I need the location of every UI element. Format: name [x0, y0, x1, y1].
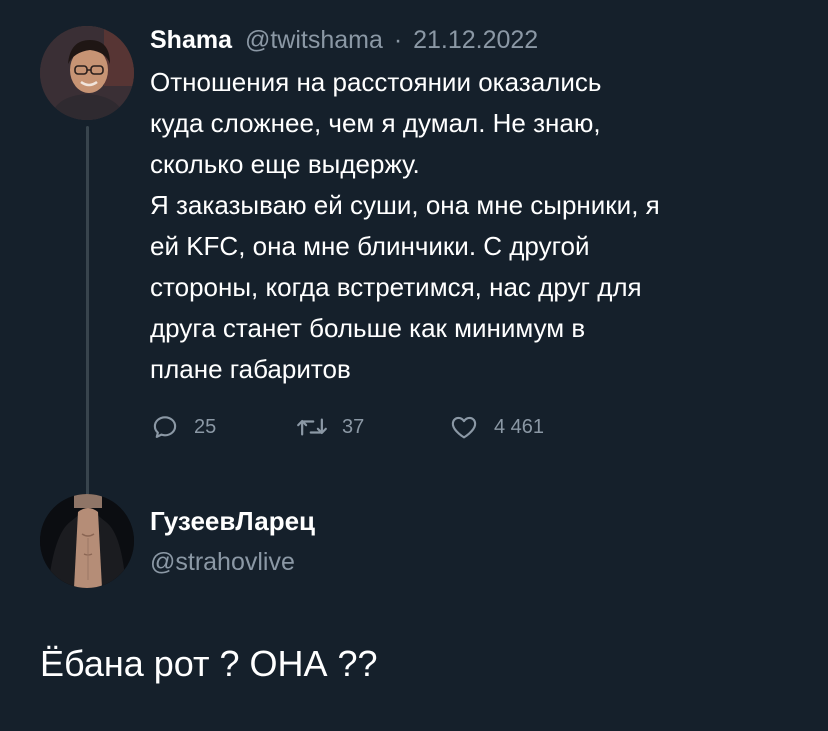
heart-outline-icon: [448, 412, 480, 442]
retweet-arrows-icon: [296, 412, 328, 442]
reply-button[interactable]: 25: [150, 407, 216, 447]
author-handle[interactable]: @twitshama: [245, 26, 383, 54]
tweet-body: Shama @twitshama · 21.12.2022 Отношения …: [150, 22, 800, 390]
meta-separator: ·: [393, 26, 403, 54]
tweet-actions: 25 37 4 461: [150, 407, 670, 447]
reply-count: 25: [194, 415, 217, 438]
tweet-text-line: куда сложнее, чем я думал. Не знаю,: [150, 108, 601, 138]
tweet-text-line: ей KFC, она мне блинчики. С другой: [150, 231, 590, 261]
like-button[interactable]: 4 461: [448, 407, 544, 447]
reply-text: Ёбана рот ? ОНА ??: [40, 643, 378, 684]
like-count: 4 461: [494, 415, 545, 438]
retweet-count: 37: [342, 415, 365, 438]
tweet-header: Shama @twitshama · 21.12.2022: [150, 22, 800, 58]
author-avatar[interactable]: [40, 26, 134, 120]
tweet-text: Отношения на расстоянии оказались куда с…: [150, 62, 800, 390]
retweet-button[interactable]: 37: [296, 407, 364, 447]
speech-bubble-icon: [150, 412, 180, 442]
reply-author-avatar[interactable]: [40, 494, 134, 588]
tweet-date[interactable]: 21.12.2022: [413, 26, 538, 54]
thread-line: [86, 126, 89, 506]
original-tweet: Shama @twitshama · 21.12.2022 Отношения …: [40, 22, 800, 506]
tweet-text-line: Я заказываю ей суши, она мне сырники, я: [150, 190, 660, 220]
tweet-text-line: сколько еще выдержу.: [150, 149, 420, 179]
tweet-text-line: плане габаритов: [150, 354, 351, 384]
reply-author-handle[interactable]: @strahovlive: [150, 548, 295, 577]
tweet-text-line: стороны, когда встретимся, нас друг для: [150, 272, 642, 302]
author-name[interactable]: Shama: [150, 26, 232, 54]
tweet-text-line: Отношения на расстоянии оказались: [150, 67, 602, 97]
tweet-text-line: друга станет больше как минимум в: [150, 313, 586, 343]
reply-author-name[interactable]: ГузеевЛарец: [150, 506, 315, 537]
